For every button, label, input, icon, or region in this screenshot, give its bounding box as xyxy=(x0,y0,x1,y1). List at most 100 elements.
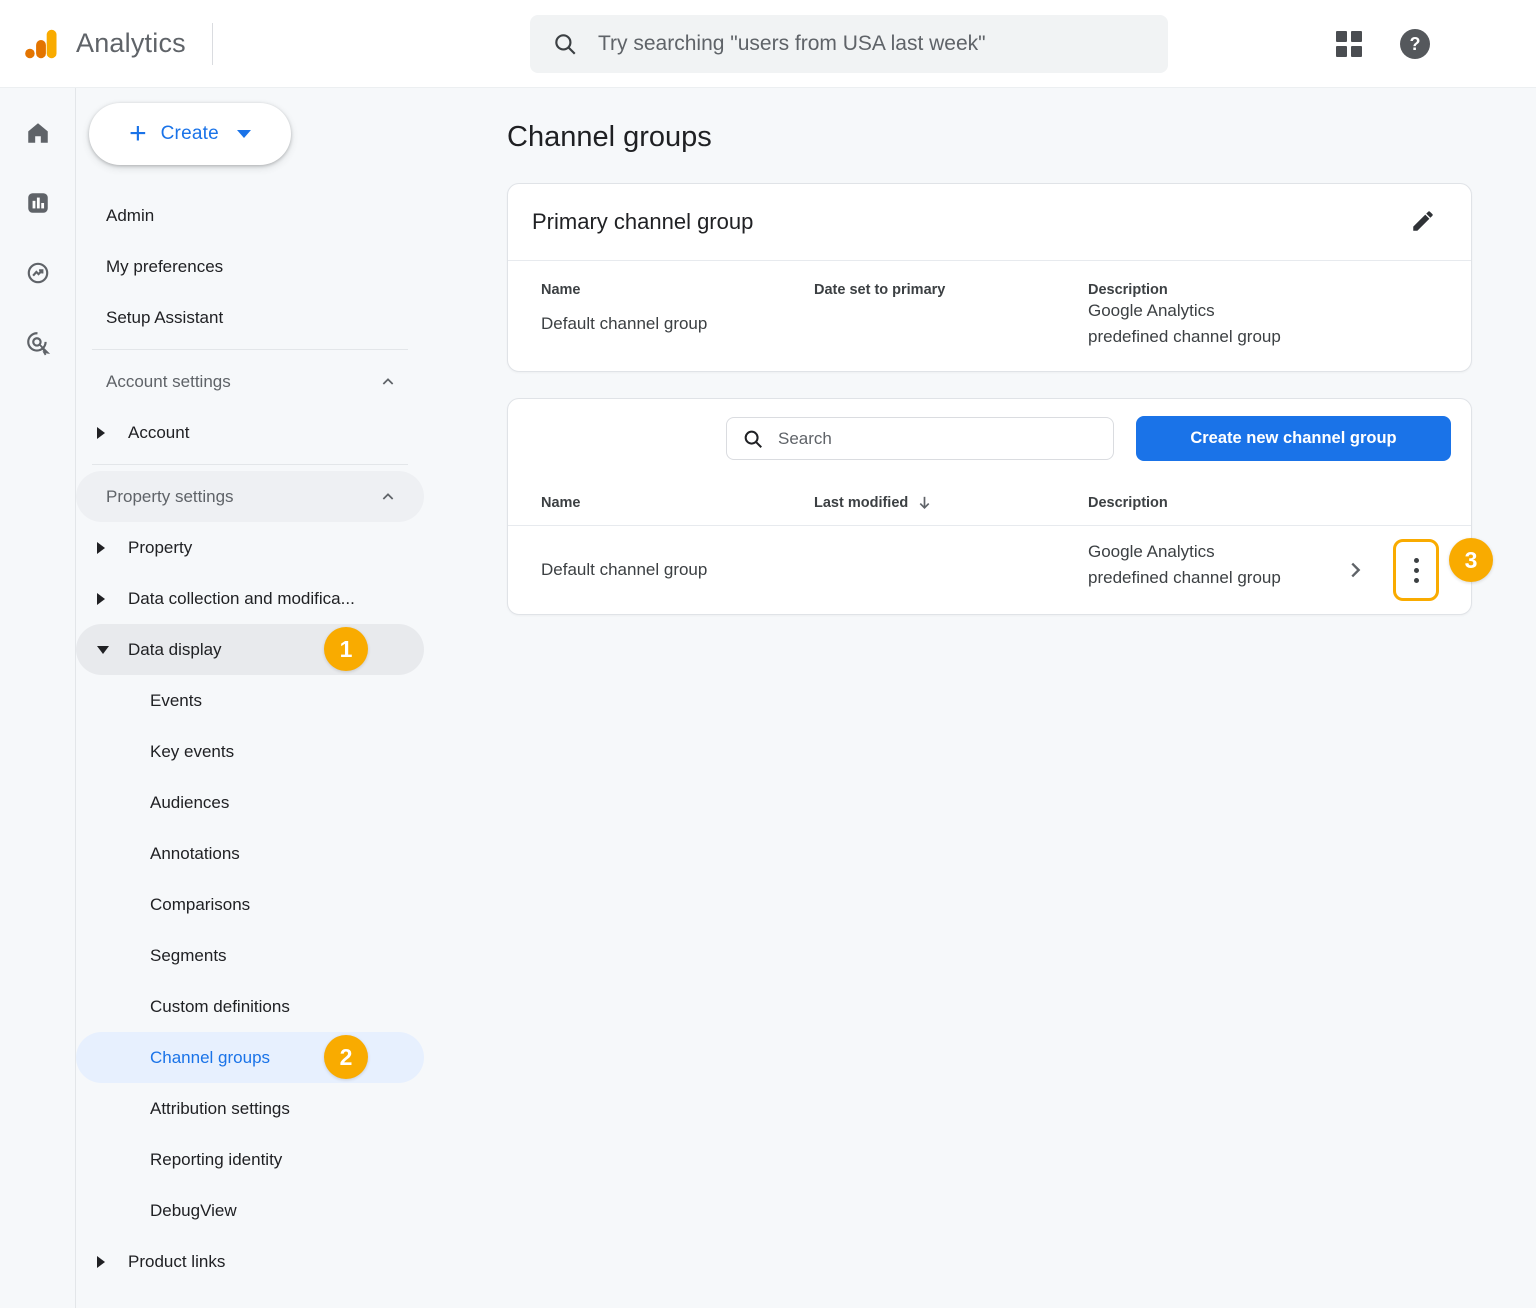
collapse-arrow-icon xyxy=(97,646,109,654)
sidebar-item-data-display[interactable]: Data display 1 xyxy=(76,624,424,675)
explore-icon[interactable] xyxy=(25,260,51,286)
card-title: Primary channel group xyxy=(532,209,753,235)
home-icon[interactable] xyxy=(25,120,51,146)
global-search-bar[interactable] xyxy=(530,15,1168,73)
admin-sidebar: + Create Admin My preferences Setup Assi… xyxy=(76,88,424,1308)
row-description: Google Analytics predefined channel grou… xyxy=(1088,539,1288,601)
edit-pencil-icon[interactable] xyxy=(1409,208,1437,236)
row-date-set-to-primary xyxy=(814,298,1088,349)
chevron-up-icon xyxy=(380,489,396,505)
step-badge-2: 2 xyxy=(324,1035,368,1079)
sidebar-item-my-preferences[interactable]: My preferences xyxy=(76,241,424,292)
advertising-icon[interactable] xyxy=(25,330,51,356)
sidebar-item-audiences[interactable]: Audiences xyxy=(76,777,424,828)
sidebar-item-label: Segments xyxy=(150,946,227,966)
help-icon[interactable]: ? xyxy=(1400,29,1430,59)
sidebar-item-label: Annotations xyxy=(150,844,240,864)
sidebar-item-data-collection[interactable]: Data collection and modifica... xyxy=(76,573,424,624)
chevron-right-icon[interactable] xyxy=(1344,539,1368,601)
sidebar-item-label: Custom definitions xyxy=(150,997,290,1017)
sidebar-item-label: Admin xyxy=(106,206,154,226)
search-icon xyxy=(552,31,578,57)
sidebar-item-comparisons[interactable]: Comparisons xyxy=(76,879,424,930)
section-account-settings[interactable]: Account settings xyxy=(76,356,424,407)
expand-arrow-icon xyxy=(97,427,105,439)
section-property-settings[interactable]: Property settings xyxy=(76,471,424,522)
sidebar-item-label: Key events xyxy=(150,742,234,762)
sidebar-item-key-events[interactable]: Key events xyxy=(76,726,424,777)
brand-name: Analytics xyxy=(76,28,186,59)
create-button-label: Create xyxy=(161,123,219,145)
section-label: Account settings xyxy=(106,372,231,392)
column-header-name: Name xyxy=(541,282,814,298)
sidebar-item-channel-groups[interactable]: Channel groups 2 xyxy=(76,1032,424,1083)
sidebar-item-label: DebugView xyxy=(150,1201,237,1221)
sidebar-item-label: Channel groups xyxy=(150,1048,270,1068)
nav-rail xyxy=(0,88,76,1308)
sidebar-item-label: Events xyxy=(150,691,202,711)
page-title: Channel groups xyxy=(507,121,1472,154)
column-header-last-modified[interactable]: Last modified xyxy=(814,494,1088,511)
column-header-date-set-to-primary: Date set to primary xyxy=(814,282,1088,298)
row-more-options-icon[interactable] xyxy=(1393,539,1439,601)
sidebar-item-label: Account xyxy=(128,423,189,443)
row-name: Default channel group xyxy=(541,539,814,601)
section-label: Property settings xyxy=(106,487,234,507)
sidebar-item-label: Product links xyxy=(128,1252,225,1272)
sidebar-item-annotations[interactable]: Annotations xyxy=(76,828,424,879)
sidebar-item-admin[interactable]: Admin xyxy=(76,190,424,241)
channel-groups-list-card: Create new channel group Name Last modif… xyxy=(507,398,1472,615)
org-grid-icon[interactable] xyxy=(1336,31,1362,57)
sidebar-item-label: Data display xyxy=(128,640,222,660)
sidebar-item-label: Audiences xyxy=(150,793,229,813)
column-header-description: Description xyxy=(1088,495,1288,511)
primary-table-header: Name Date set to primary Description xyxy=(508,261,1471,298)
sidebar-item-custom-definitions[interactable]: Custom definitions xyxy=(76,981,424,1032)
column-header-label: Last modified xyxy=(814,495,908,511)
sort-descending-icon xyxy=(916,494,933,511)
table-row: Default channel group Google Analytics p… xyxy=(508,298,1471,371)
sidebar-item-setup-assistant[interactable]: Setup Assistant xyxy=(76,292,424,343)
sidebar-item-debugview[interactable]: DebugView xyxy=(76,1185,424,1236)
table-row[interactable]: Default channel group Google Analytics p… xyxy=(508,526,1471,614)
top-bar: Analytics ? xyxy=(0,0,1536,88)
expand-arrow-icon xyxy=(97,1256,105,1268)
sidebar-item-account[interactable]: Account xyxy=(76,407,424,458)
chevron-up-icon xyxy=(380,374,396,390)
expand-arrow-icon xyxy=(97,593,105,605)
step-badge-1: 1 xyxy=(324,627,368,671)
sidebar-item-label: Attribution settings xyxy=(150,1099,290,1119)
sidebar-item-events[interactable]: Events xyxy=(76,675,424,726)
sidebar-item-label: Property xyxy=(128,538,192,558)
sidebar-item-segments[interactable]: Segments xyxy=(76,930,424,981)
sidebar-item-label: Comparisons xyxy=(150,895,250,915)
divider xyxy=(92,349,408,350)
list-toolbar: Create new channel group xyxy=(508,399,1471,494)
column-header-name: Name xyxy=(541,495,814,511)
step-badge-3: 3 xyxy=(1449,538,1493,582)
sidebar-item-product-links[interactable]: Product links xyxy=(76,1236,424,1287)
create-new-channel-group-button[interactable]: Create new channel group xyxy=(1136,416,1451,461)
chevron-down-icon xyxy=(237,130,251,138)
divider xyxy=(92,464,408,465)
sidebar-item-property[interactable]: Property xyxy=(76,522,424,573)
reports-icon[interactable] xyxy=(25,190,51,216)
sidebar-item-attribution-settings[interactable]: Attribution settings xyxy=(76,1083,424,1134)
global-search-input[interactable] xyxy=(598,32,1146,56)
row-description: Google Analytics predefined channel grou… xyxy=(1088,298,1288,349)
column-header-description: Description xyxy=(1088,282,1288,298)
expand-arrow-icon xyxy=(97,542,105,554)
brand: Analytics xyxy=(0,23,213,65)
sidebar-item-label: My preferences xyxy=(106,257,223,277)
plus-icon: + xyxy=(129,119,147,149)
google-analytics-logo-icon xyxy=(22,25,60,63)
list-search-input[interactable] xyxy=(778,429,1098,449)
create-button[interactable]: + Create xyxy=(89,103,291,165)
row-last-modified xyxy=(814,539,1088,601)
brand-divider xyxy=(212,23,213,65)
sidebar-item-reporting-identity[interactable]: Reporting identity xyxy=(76,1134,424,1185)
primary-channel-group-card: Primary channel group Name Date set to p… xyxy=(507,183,1472,372)
row-name: Default channel group xyxy=(541,298,814,349)
search-icon xyxy=(742,428,764,450)
list-search-box[interactable] xyxy=(726,417,1114,460)
